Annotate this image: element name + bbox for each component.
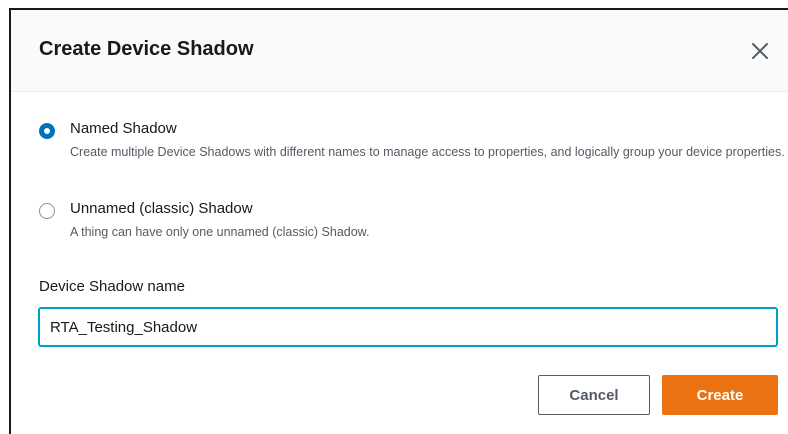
radio-label-unnamed-shadow[interactable]: Unnamed (classic) Shadow [70,200,253,217]
close-button[interactable] [747,38,773,64]
radio-label-named-shadow[interactable]: Named Shadow [70,120,177,137]
create-device-shadow-dialog: Create Device Shadow Named Shadow Create… [9,8,788,434]
page: Create Device Shadow Named Shadow Create… [0,0,788,434]
shadow-name-label: Device Shadow name [39,278,185,295]
cancel-button[interactable]: Cancel [538,375,650,415]
radio-checked-icon[interactable] [39,123,55,139]
dialog-header: Create Device Shadow [11,10,788,92]
radio-description-named-shadow: Create multiple Device Shadows with diff… [70,145,785,159]
dialog-title: Create Device Shadow [39,38,254,60]
shadow-name-input[interactable] [39,308,777,346]
radio-unchecked-icon[interactable] [39,203,55,219]
create-button[interactable]: Create [662,375,778,415]
radio-description-unnamed-shadow: A thing can have only one unnamed (class… [70,225,370,239]
close-icon [752,43,768,59]
